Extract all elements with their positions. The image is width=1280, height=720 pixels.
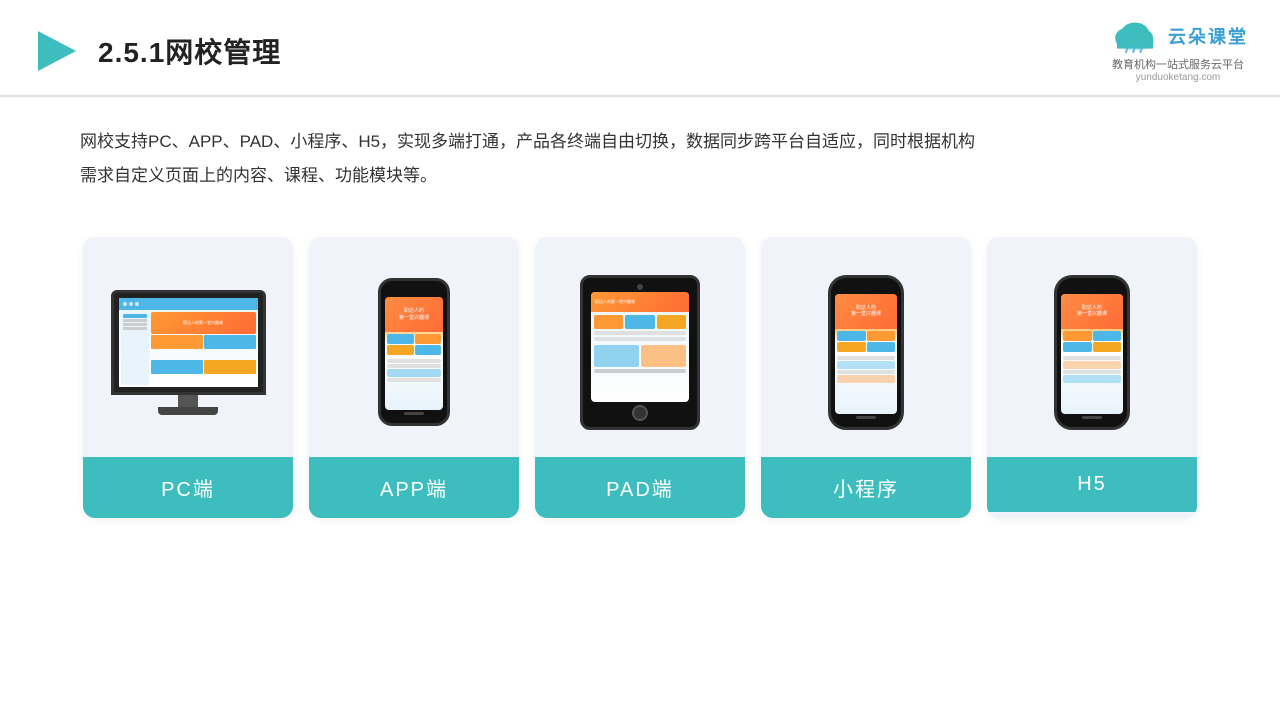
phone-notch-miniapp <box>855 286 877 291</box>
screen-topbar <box>119 298 258 310</box>
pc-monitor-mockup: 职达人的第一堂兴趣课 <box>111 290 266 415</box>
phone-banner-text-h5: 职达人的第一堂兴趣课 <box>1077 305 1107 318</box>
card-pc-image: 职达人的第一堂兴趣课 <box>83 237 293 457</box>
card-pc-label: PC端 <box>83 457 293 518</box>
card-pad: 职达人的第一堂兴趣课 <box>535 237 745 518</box>
tablet-screen: 职达人的第一堂兴趣课 <box>591 292 689 402</box>
card-pc: 职达人的第一堂兴趣课 <box>83 237 293 518</box>
phone-banner-text-app: 职达人的第一堂兴趣课 <box>399 308 429 321</box>
cards-container: 职达人的第一堂兴趣课 <box>0 213 1280 538</box>
page-title: 2.5.1网校管理 <box>98 31 281 71</box>
logo-area: 云朵课堂 教育机构一站式服务云平台 yunduoketang.com <box>1108 18 1248 83</box>
screen-dot-3 <box>135 302 139 306</box>
tablet-mockup: 职达人的第一堂兴趣课 <box>580 275 700 430</box>
tablet-screen-top: 职达人的第一堂兴趣课 <box>591 292 689 312</box>
phone-banner-text-miniapp: 职达人的第一堂兴趣课 <box>851 305 881 318</box>
phone-screen-app: 职达人的第一堂兴趣课 <box>385 297 443 410</box>
tablet-top-text: 职达人的第一堂兴趣课 <box>595 299 635 304</box>
logo-url: yunduoketang.com <box>1136 72 1221 83</box>
monitor-neck <box>178 395 198 407</box>
card-pad-image: 职达人的第一堂兴趣课 <box>535 237 745 457</box>
phone-screen-h5: 职达人的第一堂兴趣课 <box>1061 294 1123 414</box>
logo-image: 云朵课堂 <box>1108 18 1248 54</box>
card-h5: 职达人的第一堂兴趣课 <box>987 237 1197 518</box>
phone-home-miniapp <box>856 416 876 419</box>
logo-tagline: 教育机构一站式服务云平台 <box>1112 56 1244 72</box>
header-left: 2.5.1网校管理 <box>32 27 281 75</box>
card-miniapp-label: 小程序 <box>761 457 971 518</box>
phone-mockup-miniapp: 职达人的第一堂兴趣课 <box>828 275 904 430</box>
card-app: 职达人的第一堂兴趣课 <box>309 237 519 518</box>
phone-banner-h5: 职达人的第一堂兴趣课 <box>1061 294 1123 329</box>
phone-screen-miniapp: 职达人的第一堂兴趣课 <box>835 294 897 414</box>
phone-notch-app <box>403 289 425 294</box>
phone-home-h5 <box>1082 416 1102 419</box>
monitor-screen: 职达人的第一堂兴趣课 <box>119 298 258 387</box>
card-h5-image: 职达人的第一堂兴趣课 <box>987 237 1197 457</box>
tablet-home-btn <box>632 405 648 421</box>
card-miniapp: 职达人的第一堂兴趣课 <box>761 237 971 518</box>
screen-dot-1 <box>123 302 127 306</box>
card-pad-label: PAD端 <box>535 457 745 518</box>
description-text: 网校支持PC、APP、PAD、小程序、H5，实现多端打通，产品各终端自由切换，数… <box>0 97 1280 203</box>
phone-banner-app: 职达人的第一堂兴趣课 <box>385 297 443 332</box>
play-icon <box>32 27 80 75</box>
monitor-base <box>158 407 218 415</box>
phone-banner-miniapp: 职达人的第一堂兴趣课 <box>835 294 897 329</box>
logo-name: 云朵课堂 <box>1168 23 1248 49</box>
description-content: 网校支持PC、APP、PAD、小程序、H5，实现多端打通，产品各终端自由切换，数… <box>80 132 975 185</box>
card-app-label: APP端 <box>309 457 519 518</box>
card-app-image: 职达人的第一堂兴趣课 <box>309 237 519 457</box>
phone-mockup-h5: 职达人的第一堂兴趣课 <box>1054 275 1130 430</box>
cloud-icon <box>1108 18 1162 54</box>
card-h5-label: H5 <box>987 457 1197 512</box>
monitor-frame: 职达人的第一堂兴趣课 <box>111 290 266 395</box>
tablet-camera <box>637 284 643 290</box>
screen-dot-2 <box>129 302 133 306</box>
phone-home-app <box>404 412 424 415</box>
phone-mockup-app: 职达人的第一堂兴趣课 <box>378 278 450 426</box>
phone-notch-h5 <box>1081 286 1103 291</box>
card-miniapp-image: 职达人的第一堂兴趣课 <box>761 237 971 457</box>
header: 2.5.1网校管理 云朵课堂 教育机构一站式服务云平台 yunduoketang… <box>0 0 1280 97</box>
